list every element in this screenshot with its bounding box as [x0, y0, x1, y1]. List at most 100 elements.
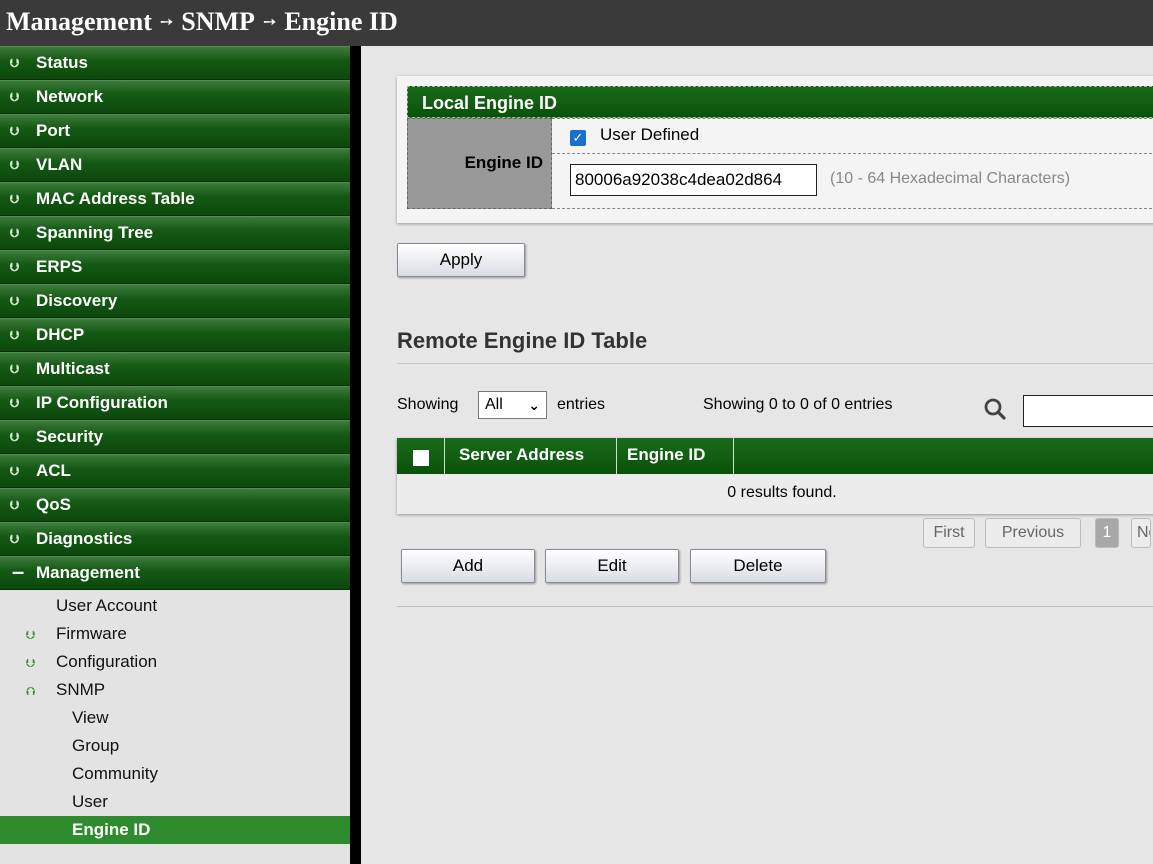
expand-chevron-icon: ⮋	[26, 656, 36, 670]
sidebar-item-multicast[interactable]: ⮋ Multicast	[0, 352, 350, 386]
divider	[397, 606, 1153, 607]
sidebar: ⮋ Status ⮋ Network ⮋ Port ⮋ VLAN ⮋ MAC Addres…	[0, 46, 350, 864]
sidebar-item-ip-configuration[interactable]: ⮋ IP Configuration	[0, 386, 350, 420]
select-all-checkbox-cell	[397, 438, 445, 474]
page-title: Management ➙ SNMP ➙ Engine ID	[0, 0, 1153, 46]
chevron-down-icon: ⮋	[10, 56, 20, 70]
sidebar-item-acl[interactable]: ⮋ ACL	[0, 454, 350, 488]
sidebar-item-spanning-tree[interactable]: ⮋ Spanning Tree	[0, 216, 350, 250]
sidebar-item-security[interactable]: ⮋ Security	[0, 420, 350, 454]
edit-button[interactable]: Edit	[545, 549, 679, 583]
engine-id-label: Engine ID	[407, 118, 552, 209]
chevron-down-icon: ⮋	[10, 362, 20, 376]
pagination-next[interactable]: Next	[1131, 518, 1151, 548]
sidebar-item-discovery[interactable]: ⮋ Discovery	[0, 284, 350, 318]
pagination-previous[interactable]: Previous	[985, 518, 1081, 548]
add-button[interactable]: Add	[401, 549, 535, 583]
user-defined-row: ✓ User Defined	[552, 118, 1153, 154]
sidebar-item-label: Multicast	[36, 359, 110, 378]
sidebar-item-label: MAC Address Table	[36, 189, 195, 208]
sidebar-item-label: Status	[36, 53, 88, 72]
showing-label: Showing	[397, 396, 459, 413]
sidebar-item-label: ERPS	[36, 257, 83, 276]
collapse-minus-icon: –	[12, 559, 25, 584]
sidebar-item-vlan[interactable]: ⮋ VLAN	[0, 148, 350, 182]
delete-button[interactable]: Delete	[690, 549, 826, 583]
sidebar-divider	[350, 46, 361, 864]
sidebar-item-network[interactable]: ⮋ Network	[0, 80, 350, 114]
sidebar-item-management[interactable]: – Management	[0, 556, 350, 590]
sidebar-subitem-label: User Account	[56, 596, 158, 615]
divider	[397, 363, 1153, 364]
sidebar-item-diagnostics[interactable]: ⮋ Diagnostics	[0, 522, 350, 556]
column-server-address[interactable]: Server Address	[445, 438, 617, 474]
chevron-down-icon: ⮋	[10, 396, 20, 410]
management-submenu: User Account ⮋ Firmware ⮋ Configuration ⮉ S…	[0, 590, 350, 844]
engine-id-row: (10 - 64 Hexadecimal Characters)	[552, 154, 1153, 209]
sidebar-subitem-user[interactable]: User	[0, 788, 350, 816]
sidebar-item-label: Network	[36, 87, 104, 106]
sidebar-subitem-label: Configuration	[56, 652, 158, 671]
chevron-down-icon: ⮋	[10, 158, 20, 172]
table-info: Showing 0 to 0 of 0 entries	[703, 396, 893, 413]
sidebar-item-erps[interactable]: ⮋ ERPS	[0, 250, 350, 284]
sidebar-item-label: ACL	[36, 461, 71, 480]
pagination-page-1[interactable]: 1	[1095, 518, 1119, 548]
breadcrumb-snmp: SNMP	[181, 7, 255, 36]
sidebar-item-qos[interactable]: ⮋ QoS	[0, 488, 350, 522]
chevron-down-icon: ⌄	[528, 397, 540, 413]
sidebar-item-label: DHCP	[36, 325, 85, 344]
chevron-down-icon: ⮋	[10, 260, 20, 274]
search-icon	[984, 398, 1006, 420]
chevron-down-icon: ⮋	[10, 226, 20, 240]
engine-id-hint: (10 - 64 Hexadecimal Characters)	[830, 170, 1071, 187]
engine-id-input[interactable]	[570, 164, 817, 196]
sidebar-item-label: QoS	[36, 495, 71, 514]
chevron-down-icon: ⮋	[10, 124, 20, 138]
breadcrumb-management: Management	[6, 7, 152, 36]
chevron-down-icon: ⮋	[10, 430, 20, 444]
user-defined-checkbox[interactable]: ✓	[570, 130, 586, 146]
select-all-checkbox[interactable]	[413, 450, 429, 466]
apply-button[interactable]: Apply	[397, 243, 525, 277]
sidebar-item-label: Spanning Tree	[36, 223, 154, 242]
sidebar-subitem-group[interactable]: Group	[0, 732, 350, 760]
sidebar-item-label: Port	[36, 121, 70, 140]
remote-engine-title: Remote Engine ID Table	[397, 328, 648, 353]
sidebar-subitem-engine-id[interactable]: Engine ID	[0, 816, 350, 844]
table-header: Server Address Engine ID	[397, 438, 1153, 474]
chevron-down-icon: ⮋	[10, 464, 20, 478]
sidebar-item-label: Discovery	[36, 291, 118, 310]
sidebar-item-dhcp[interactable]: ⮋ DHCP	[0, 318, 350, 352]
sidebar-item-port[interactable]: ⮋ Port	[0, 114, 350, 148]
sidebar-item-label: VLAN	[36, 155, 83, 174]
entries-select[interactable]: All ⌄	[478, 391, 547, 419]
sidebar-subitem-snmp[interactable]: ⮉ SNMP	[0, 676, 350, 704]
local-engine-panel: Local Engine ID Engine ID ✓ User Defined…	[397, 76, 1153, 223]
sidebar-subitem-configuration[interactable]: ⮋ Configuration	[0, 648, 350, 676]
search-input[interactable]	[1023, 395, 1153, 427]
chevron-down-icon: ⮋	[10, 90, 20, 104]
sidebar-item-label: Diagnostics	[36, 529, 133, 548]
pagination-first[interactable]: First	[923, 518, 975, 548]
chevron-down-icon: ⮋	[10, 192, 20, 206]
sidebar-subitem-view[interactable]: View	[0, 704, 350, 732]
main-content: Local Engine ID Engine ID ✓ User Defined…	[361, 46, 1153, 864]
sidebar-subitem-firmware[interactable]: ⮋ Firmware	[0, 620, 350, 648]
breadcrumb-arrow-icon: ➙	[159, 12, 174, 31]
sidebar-item-label: Security	[36, 427, 104, 446]
entries-label: entries	[557, 396, 606, 413]
breadcrumb-arrow-icon: ➙	[262, 12, 277, 31]
collapse-chevron-icon: ⮉	[26, 684, 36, 698]
sidebar-item-label: Management	[36, 563, 140, 582]
sidebar-item-status[interactable]: ⮋ Status	[0, 46, 350, 80]
sidebar-subitem-label: Firmware	[56, 624, 127, 643]
expand-chevron-icon: ⮋	[26, 628, 36, 642]
sidebar-subitem-user-account[interactable]: User Account	[0, 592, 350, 620]
remote-engine-table: Server Address Engine ID 0 results found…	[397, 438, 1153, 514]
sidebar-subitem-community[interactable]: Community	[0, 760, 350, 788]
user-defined-label: User Defined	[600, 125, 700, 144]
sidebar-item-mac-address-table[interactable]: ⮋ MAC Address Table	[0, 182, 350, 216]
sidebar-item-label: IP Configuration	[36, 393, 168, 412]
column-engine-id[interactable]: Engine ID	[617, 438, 734, 474]
